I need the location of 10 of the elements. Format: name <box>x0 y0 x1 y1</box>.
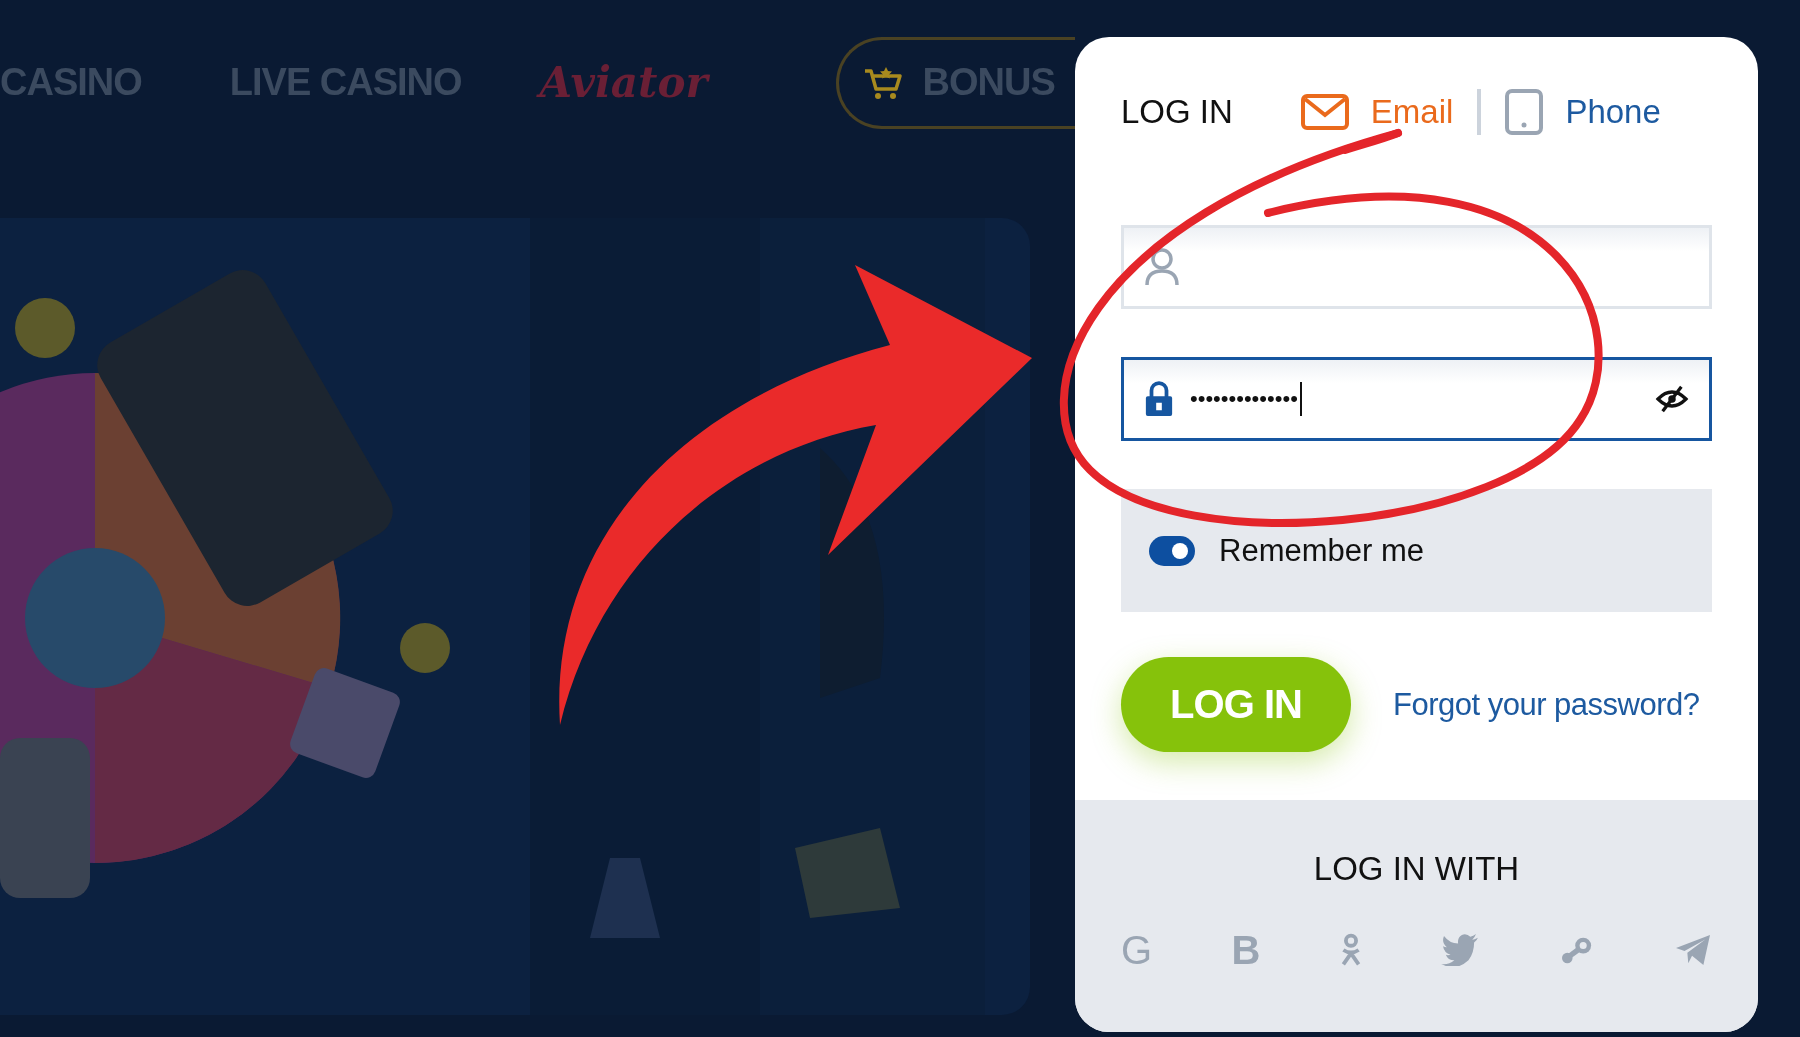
remember-label: Remember me <box>1219 532 1424 569</box>
vk-icon[interactable]: B <box>1231 930 1261 970</box>
forgot-password-link[interactable]: Forgot your password? <box>1393 686 1700 723</box>
password-field[interactable]: •••••••••••••• <box>1121 357 1712 441</box>
google-icon[interactable]: G <box>1121 930 1153 970</box>
login-tab[interactable]: Phone <box>1505 89 1661 135</box>
login-title: LOG IN <box>1121 93 1233 131</box>
login-tab[interactable]: Email <box>1300 93 1454 131</box>
login-button[interactable]: LOG IN <box>1121 657 1351 752</box>
social-login-title: LOG IN WITH <box>1313 850 1520 888</box>
